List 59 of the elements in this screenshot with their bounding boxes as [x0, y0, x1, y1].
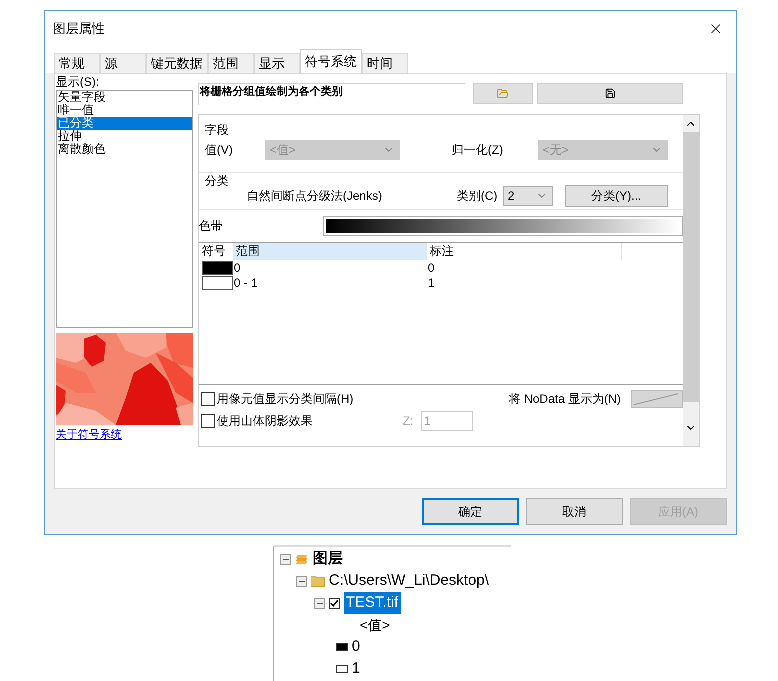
z-label: Z: [403, 413, 415, 430]
save-icon [604, 88, 616, 99]
checkbox-label: 使用山体阴影效果 [217, 413, 314, 430]
column-header[interactable]: 标注 [427, 243, 622, 260]
vertical-scrollbar[interactable] [683, 115, 699, 446]
classify-button[interactable]: 分类(Y)... [565, 185, 668, 207]
table-cell-text: 0 [233, 260, 242, 276]
tab[interactable]: 符号系统 [300, 49, 362, 73]
tree-label: <值> [360, 616, 390, 634]
description-label: 将栅格分组值绘制为各个类别 [198, 83, 465, 105]
checkbox[interactable] [329, 598, 340, 608]
table-cell-text: 1 [427, 274, 436, 292]
list-item[interactable]: 拉伸 [57, 130, 192, 143]
tree-label[interactable]: C:\Users\W_Li\Desktop\ [329, 570, 490, 592]
list-item[interactable]: 矢量字段 [57, 91, 192, 104]
table-cell-text: 0 [427, 260, 436, 276]
checkbox[interactable] [201, 392, 215, 406]
field-label: 值(V) [205, 142, 234, 159]
field-label: 色带 [199, 218, 224, 235]
nodata-label: 将 NoData 显示为(N) [509, 391, 622, 408]
tab[interactable]: 时间 [362, 53, 408, 73]
dialog-button[interactable]: 确定 [422, 498, 519, 525]
field-label: 类别(C) [457, 188, 499, 205]
collapse-icon[interactable] [314, 598, 325, 608]
checkbox-label: 用像元值显示分类间隔(H) [217, 391, 355, 408]
about-link[interactable]: 关于符号系统 [56, 427, 193, 444]
color-ramp-dropdown[interactable] [323, 216, 683, 236]
dialog-button[interactable]: 取消 [526, 498, 623, 525]
tab[interactable]: 显示 [254, 53, 300, 73]
table-cell-text: 0 - 1 [233, 274, 260, 292]
collapse-icon[interactable] [280, 554, 291, 564]
checkbox[interactable] [201, 414, 215, 428]
layers-icon [295, 553, 309, 565]
list-item[interactable]: 离散颜色 [57, 143, 192, 156]
tab[interactable]: 键元数据 [146, 53, 208, 73]
window-title: 图层属性 [53, 20, 105, 38]
nodata-color-swatch[interactable] [631, 390, 683, 408]
field-label: 归一化(Z) [452, 142, 504, 159]
symbol-swatch[interactable] [202, 260, 233, 274]
tree-label[interactable]: 图层 [313, 548, 343, 570]
tree-label: 0 [352, 636, 360, 657]
symbol-swatch[interactable] [202, 276, 233, 290]
folder-icon [311, 576, 325, 586]
section-title: 字段 [205, 122, 230, 139]
column-header[interactable]: 符号 [199, 243, 233, 260]
collapse-icon[interactable] [296, 576, 307, 586]
column-header[interactable]: 范围 [233, 243, 427, 260]
folder-icon [497, 88, 509, 100]
tab[interactable]: 范围 [208, 53, 254, 73]
tab[interactable]: 常规 [54, 53, 100, 73]
list-label: 显示(S): [56, 75, 100, 89]
section-title: 分类 [205, 175, 230, 187]
method-label: 自然间断点分级法(Jenks) [247, 188, 384, 205]
tree-label: 1 [352, 658, 360, 679]
classes-dropdown[interactable]: 2 [503, 186, 553, 206]
list-item[interactable]: 唯一值 [57, 104, 192, 117]
tree-label[interactable]: TEST.tif [344, 592, 401, 614]
list-item[interactable]: 已分类 [57, 117, 192, 130]
tab[interactable]: 源 [100, 53, 146, 73]
